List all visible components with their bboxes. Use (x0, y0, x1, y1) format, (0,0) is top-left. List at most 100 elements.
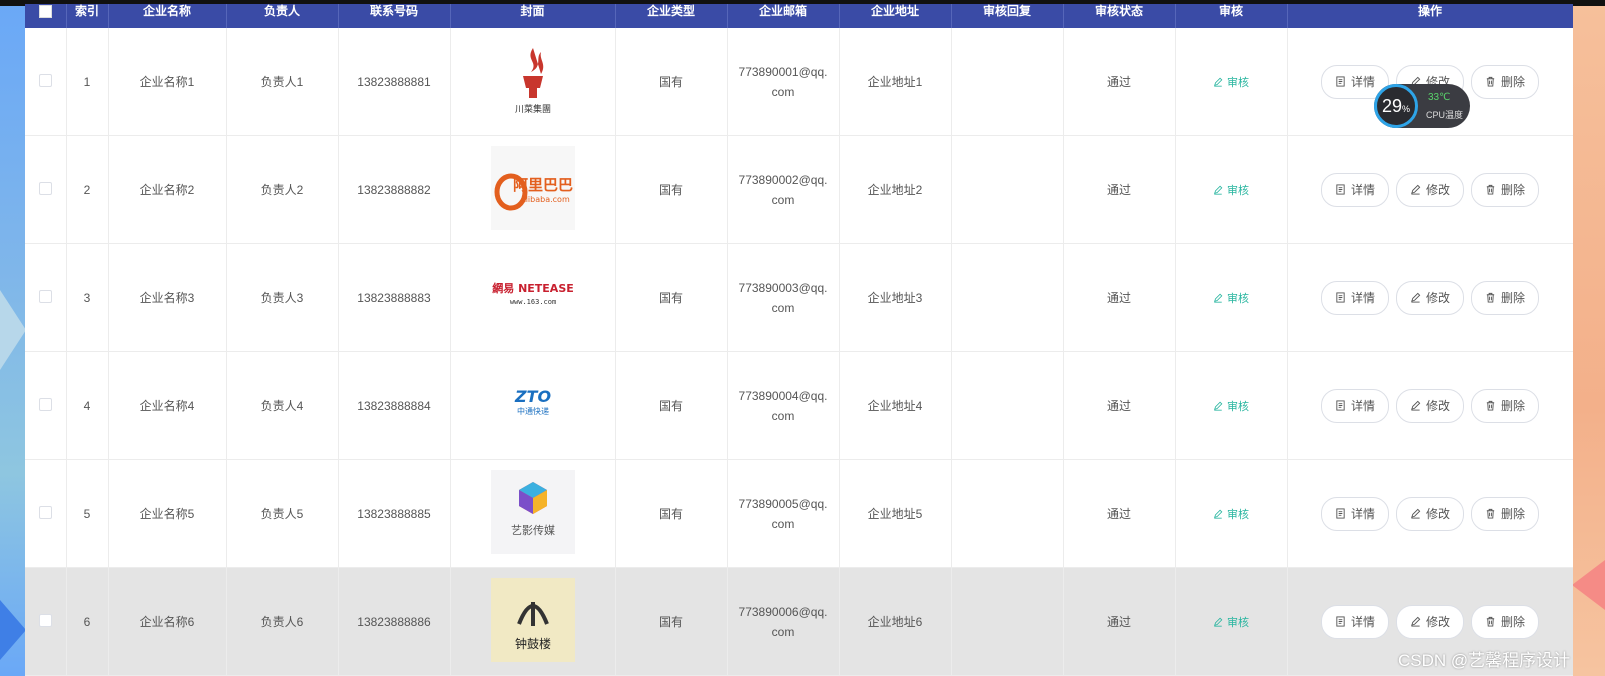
cell-cover: 阿里巴巴 Alibaba.com (450, 135, 616, 244)
pencil-icon (1411, 400, 1421, 411)
table-row[interactable]: 6 企业名称6 负责人6 13823888886 钟鼓楼 国有 773890006@qq. c… (25, 567, 1573, 676)
row-checkbox-cell[interactable] (25, 459, 67, 568)
cover-text: 網易 NETEASE (492, 281, 574, 295)
row-checkbox-cell[interactable] (25, 567, 67, 676)
pencil-icon (1214, 401, 1223, 411)
audit-link[interactable]: 审核 (1213, 182, 1249, 198)
cell-phone: 13823888885 (338, 459, 451, 568)
audit-link[interactable]: 审核 (1213, 614, 1249, 630)
table-row[interactable]: 4 企业名称4 负责人4 13823888884 ZTO 中通快递 国有 773890004@… (25, 351, 1573, 460)
cover-image[interactable]: 川菜集團 (490, 38, 575, 122)
delete-button[interactable]: 删除 (1471, 388, 1540, 423)
pencil-icon (1411, 184, 1421, 195)
edit-button[interactable]: 修改 (1395, 172, 1464, 207)
cover-image[interactable]: 阿里巴巴 Alibaba.com (490, 146, 575, 230)
table-row[interactable]: 1 企业名称1 负责人1 13823888881 川菜集團 国有 773890001@qq.… (25, 28, 1573, 136)
cell-email: 773890001@qq. com (727, 28, 840, 136)
cpu-percent-unit: % (1402, 103, 1411, 114)
email-line-1: 773890005@qq. (738, 496, 828, 511)
col-header-audit[interactable]: 审核 (1175, 4, 1288, 28)
row-checkbox[interactable] (38, 289, 52, 303)
row-checkbox[interactable] (38, 397, 52, 411)
audit-link[interactable]: 审核 (1213, 290, 1249, 306)
email-line-1: 773890004@qq. (738, 388, 828, 403)
cell-name: 企业名称2 (108, 135, 227, 244)
detail-button[interactable]: 详情 (1320, 172, 1389, 207)
col-header-email[interactable]: 企业邮箱 (727, 4, 840, 28)
row-checkbox[interactable] (38, 73, 52, 87)
cell-audit: 审核 (1175, 243, 1288, 352)
cell-owner: 负责人2 (226, 135, 339, 244)
edit-button[interactable]: 修改 (1395, 604, 1464, 639)
cell-type: 国有 (615, 567, 728, 676)
col-header-phone[interactable]: 联系号码 (338, 4, 451, 28)
cell-phone: 13823888881 (338, 28, 451, 136)
cell-status: 通过 (1063, 351, 1176, 460)
row-checkbox-cell[interactable] (25, 28, 67, 136)
audit-link[interactable]: 审核 (1213, 398, 1249, 414)
cover-image[interactable]: 艺影传媒 (490, 470, 575, 554)
col-header-cover[interactable]: 封面 (450, 4, 616, 28)
col-header-actions[interactable]: 操作 (1287, 4, 1573, 28)
pencil-icon (1411, 508, 1421, 519)
col-header-reply[interactable]: 审核回复 (951, 4, 1064, 28)
audit-link[interactable]: 审核 (1213, 74, 1249, 90)
cell-cover: 川菜集團 (450, 28, 616, 136)
table-row[interactable]: 3 企业名称3 负责人3 13823888883 網易 NETEASE www.163.c… (25, 243, 1573, 352)
select-all-checkbox[interactable] (25, 4, 67, 28)
cover-image[interactable]: 網易 NETEASE www.163.com (490, 254, 575, 338)
col-header-name[interactable]: 企业名称 (108, 4, 227, 28)
email-line-2: com (771, 300, 795, 315)
cell-audit: 审核 (1175, 28, 1288, 136)
col-header-index[interactable]: 索引 (66, 4, 109, 28)
edit-button[interactable]: 修改 (1395, 280, 1464, 315)
delete-button[interactable]: 删除 (1471, 280, 1540, 315)
cell-owner: 负责人1 (226, 28, 339, 136)
col-header-status[interactable]: 审核状态 (1063, 4, 1176, 28)
audit-link[interactable]: 审核 (1213, 506, 1249, 522)
edit-label: 修改 (1425, 507, 1450, 521)
trash-icon (1486, 292, 1495, 303)
email-line-2: com (771, 84, 795, 99)
cell-cover: 钟鼓楼 (450, 567, 616, 676)
row-checkbox[interactable] (38, 613, 52, 627)
detail-button[interactable]: 详情 (1320, 496, 1389, 531)
table-row[interactable]: 5 企业名称5 负责人5 13823888885 艺影传媒 国有 773890005@qq.… (25, 459, 1573, 568)
row-checkbox[interactable] (38, 181, 52, 195)
row-checkbox-cell[interactable] (25, 351, 67, 460)
row-checkbox[interactable] (38, 505, 52, 519)
cell-actions: 详情 修改 删除 (1287, 135, 1573, 244)
cell-phone: 13823888883 (338, 243, 451, 352)
delete-button[interactable]: 删除 (1471, 172, 1540, 207)
cell-status: 通过 (1063, 28, 1176, 136)
delete-button[interactable]: 删除 (1471, 64, 1540, 99)
delete-button[interactable]: 删除 (1471, 496, 1540, 531)
detail-button[interactable]: 详情 (1320, 388, 1389, 423)
email-line-2: com (771, 516, 795, 531)
email-line-2: com (771, 408, 795, 423)
cell-name: 企业名称6 (108, 567, 227, 676)
edit-button[interactable]: 修改 (1395, 388, 1464, 423)
detail-button[interactable]: 详情 (1320, 280, 1389, 315)
edit-label: 修改 (1425, 183, 1450, 197)
cover-image[interactable]: 钟鼓楼 (490, 578, 575, 662)
table-row[interactable]: 2 企业名称2 负责人2 13823888882 阿里巴巴 Alibaba.com 国有 77… (25, 135, 1573, 244)
detail-button[interactable]: 详情 (1320, 604, 1389, 639)
cover-image[interactable]: ZTO 中通快递 (490, 362, 575, 446)
cover-sub: Alibaba.com (520, 195, 570, 204)
detail-label: 详情 (1350, 75, 1375, 89)
pencil-icon (1411, 616, 1421, 627)
col-header-type[interactable]: 企业类型 (615, 4, 728, 28)
cell-email: 773890002@qq. com (727, 135, 840, 244)
delete-button[interactable]: 删除 (1471, 604, 1540, 639)
pencil-icon (1214, 185, 1223, 195)
cell-owner: 负责人3 (226, 243, 339, 352)
row-checkbox-cell[interactable] (25, 135, 67, 244)
col-header-address[interactable]: 企业地址 (839, 4, 952, 28)
row-checkbox-cell[interactable] (25, 243, 67, 352)
edit-button[interactable]: 修改 (1395, 496, 1464, 531)
col-header-owner[interactable]: 负责人 (226, 4, 339, 28)
cover-text: 阿里巴巴 (512, 176, 572, 194)
email-line-2: com (771, 192, 795, 207)
cpu-widget[interactable]: 29% 33℃ CPU温度 (1374, 84, 1470, 128)
